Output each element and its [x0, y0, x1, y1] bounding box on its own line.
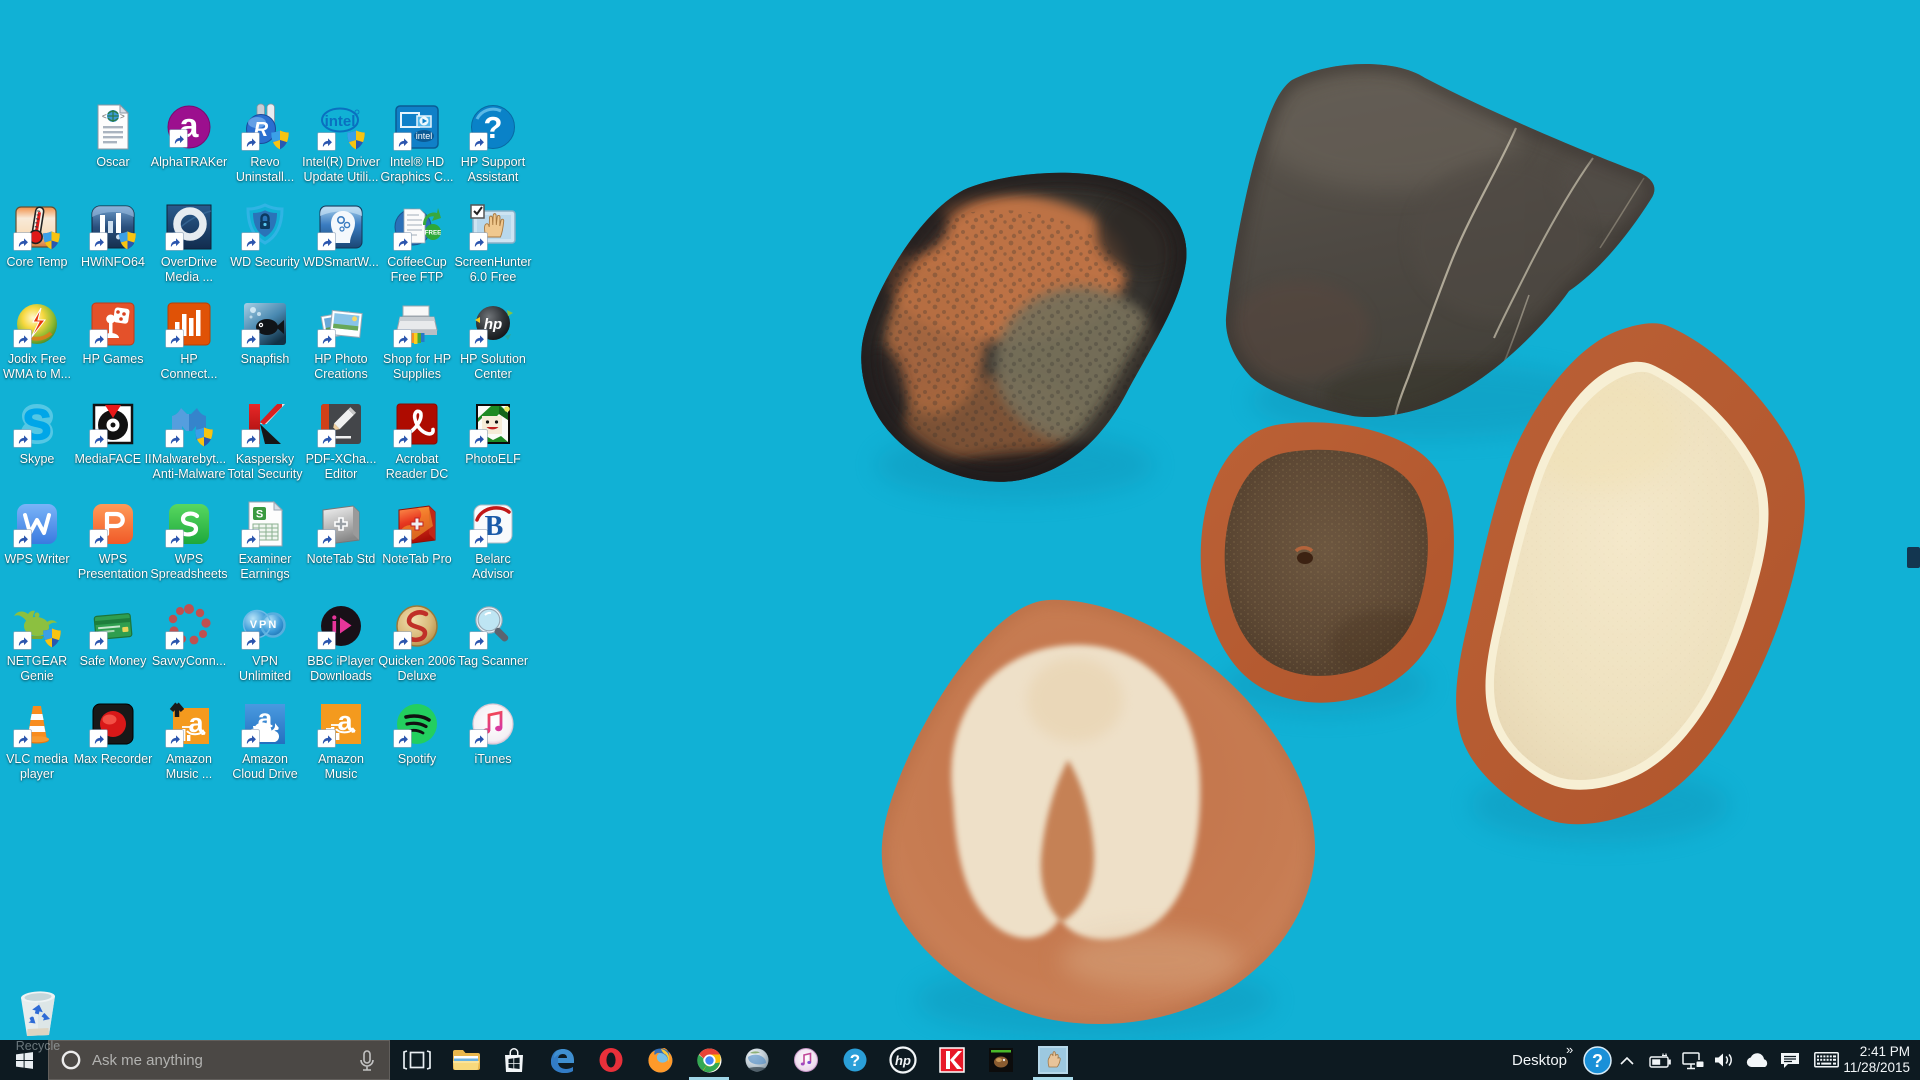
svg-text:FREE: FREE	[425, 230, 441, 237]
svg-text:intel: intel	[416, 131, 433, 141]
svg-text:intel: intel	[325, 113, 356, 130]
svg-text:?: ?	[1592, 1051, 1603, 1071]
svg-text:?: ?	[850, 1051, 860, 1070]
svg-text:VPN: VPN	[250, 619, 279, 631]
svg-text:>: >	[120, 112, 125, 121]
svg-text:<: <	[102, 112, 107, 121]
svg-text:S: S	[256, 509, 263, 521]
svg-text:hp: hp	[895, 1053, 911, 1068]
